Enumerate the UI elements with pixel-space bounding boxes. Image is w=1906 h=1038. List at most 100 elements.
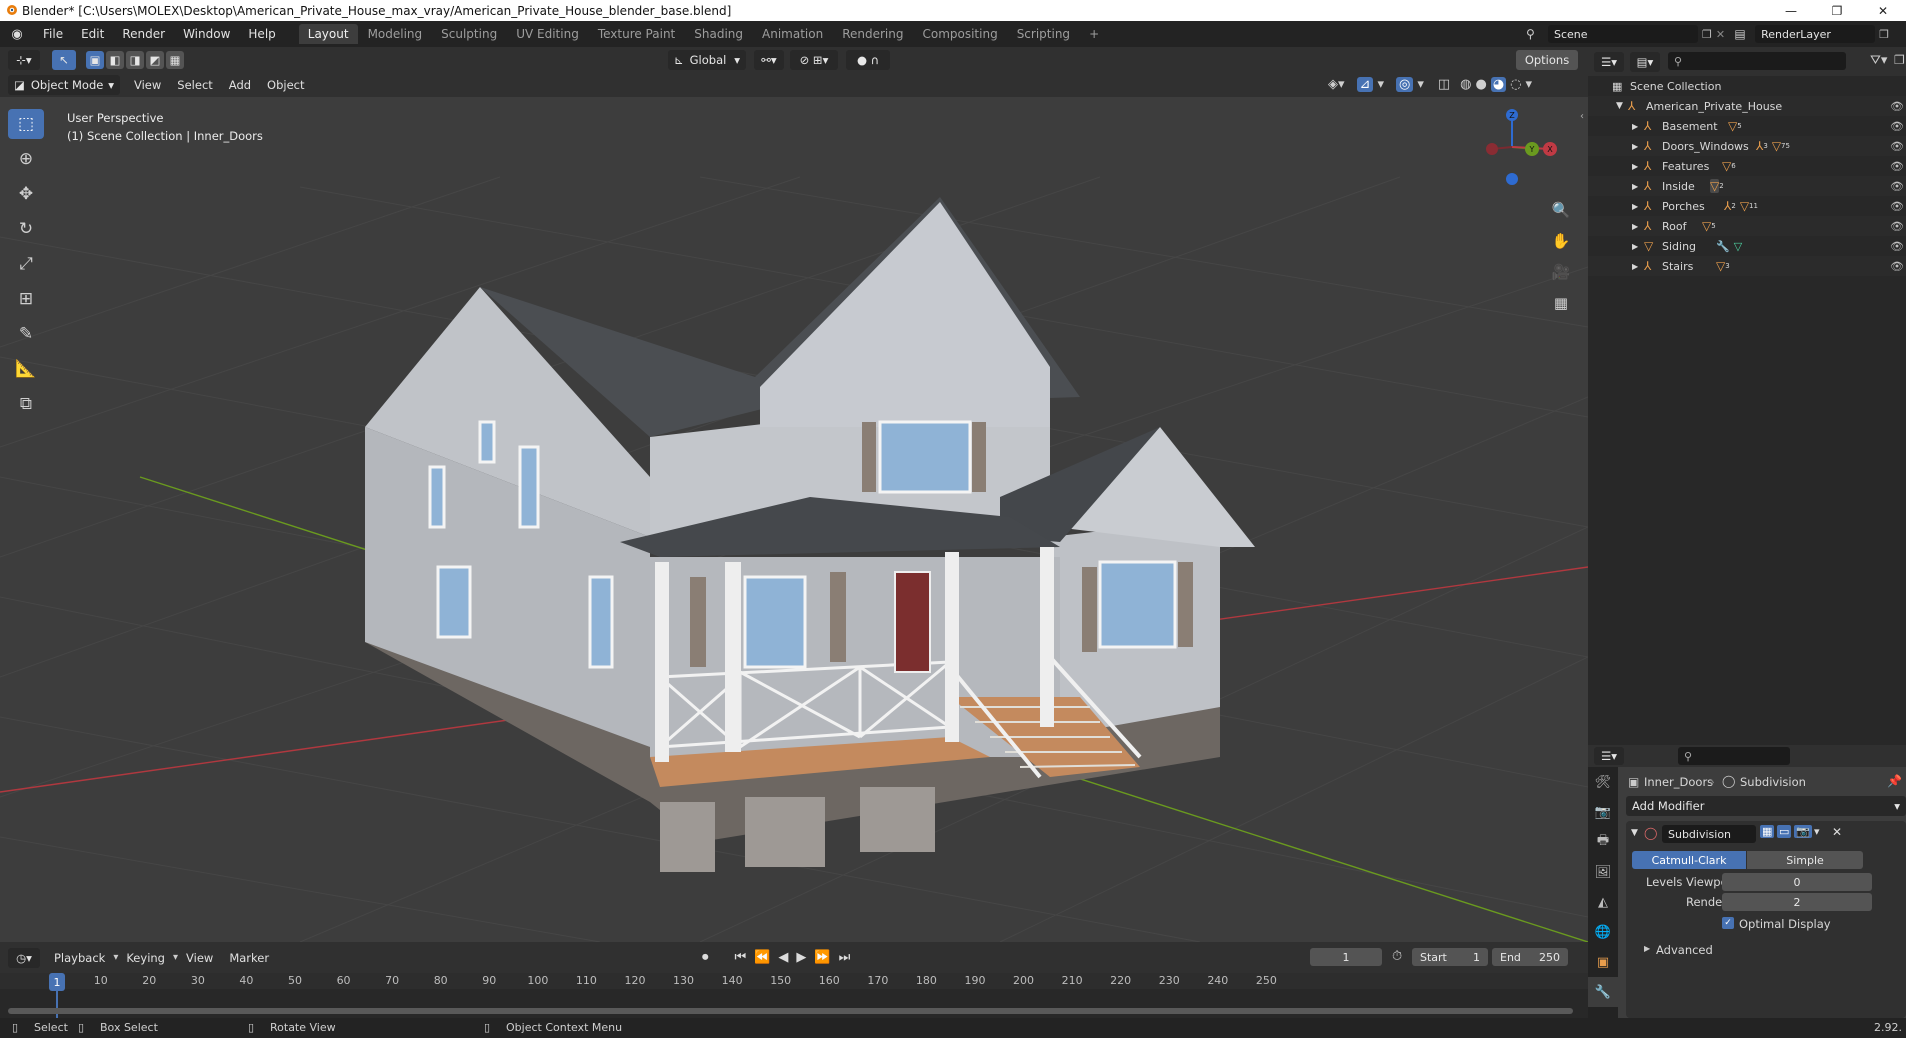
- mode-set-icon[interactable]: ▣: [86, 50, 104, 69]
- rotate-tool-icon[interactable]: ↻: [8, 214, 44, 244]
- current-frame-field[interactable]: 1: [1310, 948, 1382, 966]
- tab-texture-paint[interactable]: Texture Paint: [589, 24, 684, 44]
- current-frame-indicator[interactable]: 1: [49, 973, 65, 991]
- shading-rendered-icon[interactable]: ◌: [1510, 77, 1521, 92]
- tab-shading[interactable]: Shading: [685, 24, 752, 44]
- outliner-item-inside[interactable]: ▶ ⅄ Inside ▽ 2 👁: [1588, 176, 1906, 196]
- navigation-gizmo[interactable]: Z X Y: [1464, 107, 1560, 197]
- annotate-tool-icon[interactable]: ✎: [8, 319, 44, 349]
- outliner-root-row[interactable]: ▼ ⅄ American_Private_House 👁: [1588, 96, 1906, 116]
- shading-material-icon[interactable]: ◕: [1490, 77, 1507, 92]
- edit-mode-toggle-icon[interactable]: ▦: [1760, 825, 1775, 838]
- tab-uv-editing[interactable]: UV Editing: [507, 24, 588, 44]
- outliner-item-stairs[interactable]: ▶ ⅄ Stairs ▽ 3 👁: [1588, 256, 1906, 276]
- filter-icon[interactable]: ⛛▾: [1870, 53, 1887, 68]
- visibility-eye-icon[interactable]: 👁: [1890, 200, 1904, 213]
- levels-viewport-field[interactable]: 0: [1722, 873, 1872, 891]
- modifier-name-input[interactable]: Subdivision: [1662, 825, 1756, 843]
- menu-view[interactable]: View: [126, 78, 169, 92]
- jump-end-icon[interactable]: ⏭: [839, 950, 851, 965]
- mode-intersect-icon[interactable]: ▦: [166, 50, 184, 69]
- measure-tool-icon[interactable]: 📐: [8, 354, 44, 384]
- move-tool-icon[interactable]: ✥: [8, 179, 44, 209]
- zoom-icon[interactable]: 🔍: [1548, 197, 1574, 223]
- menu-add[interactable]: Add: [221, 78, 259, 92]
- expand-right-icon[interactable]: ▶: [1632, 202, 1644, 211]
- optimal-display-checkbox[interactable]: ✓: [1722, 917, 1734, 929]
- world-tab-icon[interactable]: 🌐: [1588, 917, 1618, 947]
- house-model[interactable]: [365, 197, 1255, 872]
- expand-down-icon[interactable]: ▼: [1616, 101, 1628, 111]
- ortho-grid-icon[interactable]: ▦: [1548, 290, 1574, 316]
- render-layer-field[interactable]: RenderLayer: [1755, 25, 1876, 43]
- menu-timeline-view[interactable]: View: [178, 951, 221, 965]
- pan-hand-icon[interactable]: ✋: [1548, 228, 1574, 254]
- tab-modeling[interactable]: Modeling: [359, 24, 432, 44]
- shading-solid-icon[interactable]: ●: [1475, 77, 1486, 92]
- jump-start-icon[interactable]: ⏮: [735, 950, 747, 965]
- timeline-editor-type-button[interactable]: ◷▾: [8, 947, 40, 968]
- frame-ruler[interactable]: 10 20 30 40 50 60 70 80 90 100 110 120 130 140 150 160 1…: [0, 973, 1588, 989]
- menu-playback[interactable]: Playback: [46, 951, 113, 965]
- options-dropdown[interactable]: Options: [1516, 49, 1578, 70]
- editor-type-button[interactable]: ⊹▾: [8, 49, 40, 70]
- simple-button[interactable]: Simple: [1747, 851, 1863, 869]
- sidebar-expand-icon[interactable]: ‹: [1580, 111, 1584, 122]
- tab-sculpting[interactable]: Sculpting: [432, 24, 506, 44]
- remove-scene-icon[interactable]: ✕: [1716, 28, 1725, 41]
- outliner-search-input[interactable]: ⚲: [1668, 52, 1846, 70]
- tab-rendering[interactable]: Rendering: [833, 24, 912, 44]
- tab-animation[interactable]: Animation: [753, 24, 832, 44]
- visibility-eye-icon[interactable]: 👁: [1890, 100, 1904, 113]
- gizmo-toggle-icon[interactable]: ⊿: [1356, 77, 1374, 92]
- mode-subtract-icon[interactable]: ◨: [126, 50, 144, 69]
- shading-wireframe-icon[interactable]: ◍: [1460, 77, 1471, 92]
- outliner-item-features[interactable]: ▶ ⅄ Features ▽ 6 👁: [1588, 156, 1906, 176]
- timeline[interactable]: 10 20 30 40 50 60 70 80 90 100 110 120 130 140 150 160 1…: [0, 973, 1588, 1018]
- object-mode-dropdown[interactable]: ◪ Object Mode ▾: [8, 74, 120, 95]
- properties-editor-type-button[interactable]: ☰▾: [1594, 747, 1624, 765]
- expand-right-icon[interactable]: ▶: [1632, 122, 1644, 131]
- scale-tool-icon[interactable]: ⤢: [8, 249, 44, 279]
- xray-icon[interactable]: ◫: [1438, 77, 1450, 92]
- visibility-eye-icon[interactable]: 👁: [1890, 120, 1904, 133]
- scene-collection-row[interactable]: ▦ Scene Collection: [1588, 76, 1906, 96]
- play-reverse-icon[interactable]: ◀: [778, 950, 788, 965]
- play-icon[interactable]: ▶: [796, 950, 806, 965]
- scene-tab-icon[interactable]: ◭: [1588, 887, 1618, 917]
- timeline-scrollbar[interactable]: [8, 1008, 1573, 1014]
- visibility-eye-icon[interactable]: 👁: [1890, 140, 1904, 153]
- maximize-button[interactable]: ❐: [1814, 0, 1860, 21]
- viewport-scene[interactable]: [0, 97, 1588, 942]
- visibility-eye-icon[interactable]: 👁: [1890, 160, 1904, 173]
- expand-right-icon[interactable]: ▶: [1632, 262, 1644, 271]
- 3d-viewport[interactable]: ⬚ ⊕ ✥ ↻ ⤢ ⊞ ✎ 📐 ⧉ User Perspective (1) S…: [0, 97, 1588, 942]
- preview-range-icon[interactable]: ⏱: [1392, 949, 1402, 964]
- shading-options-chevron-icon[interactable]: ▾: [1526, 77, 1533, 92]
- catmull-clark-button[interactable]: Catmull-Clark: [1632, 851, 1746, 869]
- new-scene-icon[interactable]: ❐: [1702, 28, 1712, 41]
- tool-tab-icon[interactable]: 🛠: [1588, 767, 1618, 797]
- camera-view-icon[interactable]: 🎥: [1548, 259, 1574, 285]
- new-layer-icon[interactable]: ❐: [1879, 28, 1889, 41]
- menu-window[interactable]: Window: [174, 27, 239, 41]
- outliner-editor-type-button[interactable]: ☰▾: [1594, 52, 1624, 72]
- visibility-icon[interactable]: ◈▾: [1328, 77, 1345, 92]
- menu-file[interactable]: File: [34, 27, 72, 41]
- advanced-section-label[interactable]: Advanced: [1656, 943, 1713, 957]
- viewport-toggle-icon[interactable]: ▭: [1777, 825, 1792, 838]
- expand-right-icon[interactable]: ▶: [1632, 162, 1644, 171]
- remove-modifier-icon[interactable]: ✕: [1832, 825, 1842, 839]
- menu-edit[interactable]: Edit: [72, 27, 113, 41]
- end-frame-field[interactable]: End 250: [1492, 948, 1568, 966]
- expand-right-icon[interactable]: ▶: [1644, 944, 1650, 953]
- record-icon[interactable]: ⏺: [702, 950, 709, 965]
- visibility-eye-icon[interactable]: 👁: [1890, 180, 1904, 193]
- visibility-eye-icon[interactable]: 👁: [1890, 260, 1904, 273]
- minimize-button[interactable]: —: [1768, 0, 1814, 21]
- blender-menu-icon[interactable]: ◉: [0, 27, 34, 42]
- tab-compositing[interactable]: Compositing: [913, 24, 1006, 44]
- outliner-item-doors-windows[interactable]: ▶ ⅄ Doors_Windows ⅄ 3 ▽ 75 👁: [1588, 136, 1906, 156]
- add-workspace-button[interactable]: +: [1080, 24, 1108, 44]
- proportional-edit-toggle[interactable]: ● ∩: [846, 49, 890, 70]
